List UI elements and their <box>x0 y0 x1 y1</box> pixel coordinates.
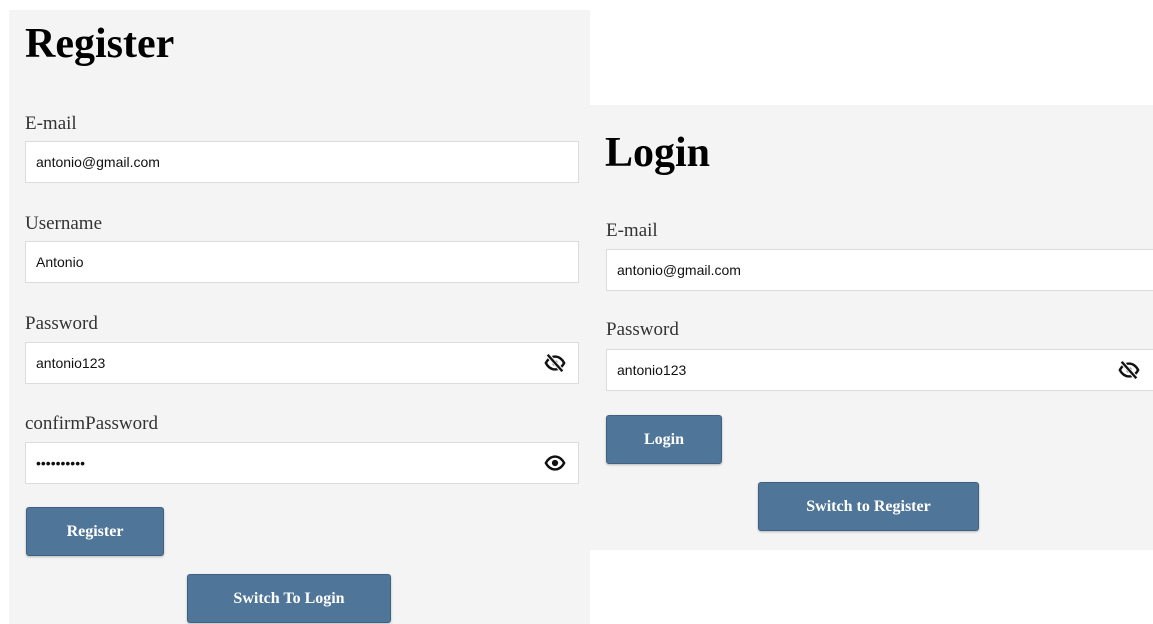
login-password-input[interactable] <box>607 350 1153 390</box>
login-email-input[interactable] <box>607 250 1153 290</box>
login-email-label: E-mail <box>606 220 658 241</box>
login-password-field <box>606 349 1153 391</box>
switch-to-login-button[interactable]: Switch To Login <box>187 574 391 623</box>
register-email-field <box>25 141 579 183</box>
register-email-input[interactable] <box>26 142 578 182</box>
register-form: Register E-mail Username Password confir… <box>9 10 590 624</box>
eye-slash-icon[interactable] <box>1118 359 1140 381</box>
register-password-field <box>25 342 579 384</box>
login-form: Login E-mail Password Login Switch to Re… <box>590 105 1153 550</box>
register-username-field <box>25 241 579 283</box>
login-title: Login <box>605 130 711 176</box>
register-title: Register <box>25 21 175 67</box>
register-button[interactable]: Register <box>26 507 164 556</box>
register-password-input[interactable] <box>26 343 578 383</box>
register-confirm-password-label: confirmPassword <box>25 413 158 434</box>
login-button[interactable]: Login <box>606 415 722 464</box>
register-password-label: Password <box>25 313 98 334</box>
switch-to-register-button[interactable]: Switch to Register <box>758 482 979 531</box>
login-password-label: Password <box>606 319 679 340</box>
register-username-input[interactable] <box>26 242 578 282</box>
register-username-label: Username <box>25 213 103 234</box>
login-email-field <box>606 249 1153 291</box>
register-confirm-password-field <box>25 442 579 484</box>
register-email-label: E-mail <box>25 113 77 134</box>
eye-icon[interactable] <box>544 452 566 474</box>
register-confirm-password-input[interactable] <box>26 443 578 483</box>
eye-slash-icon[interactable] <box>544 352 566 374</box>
